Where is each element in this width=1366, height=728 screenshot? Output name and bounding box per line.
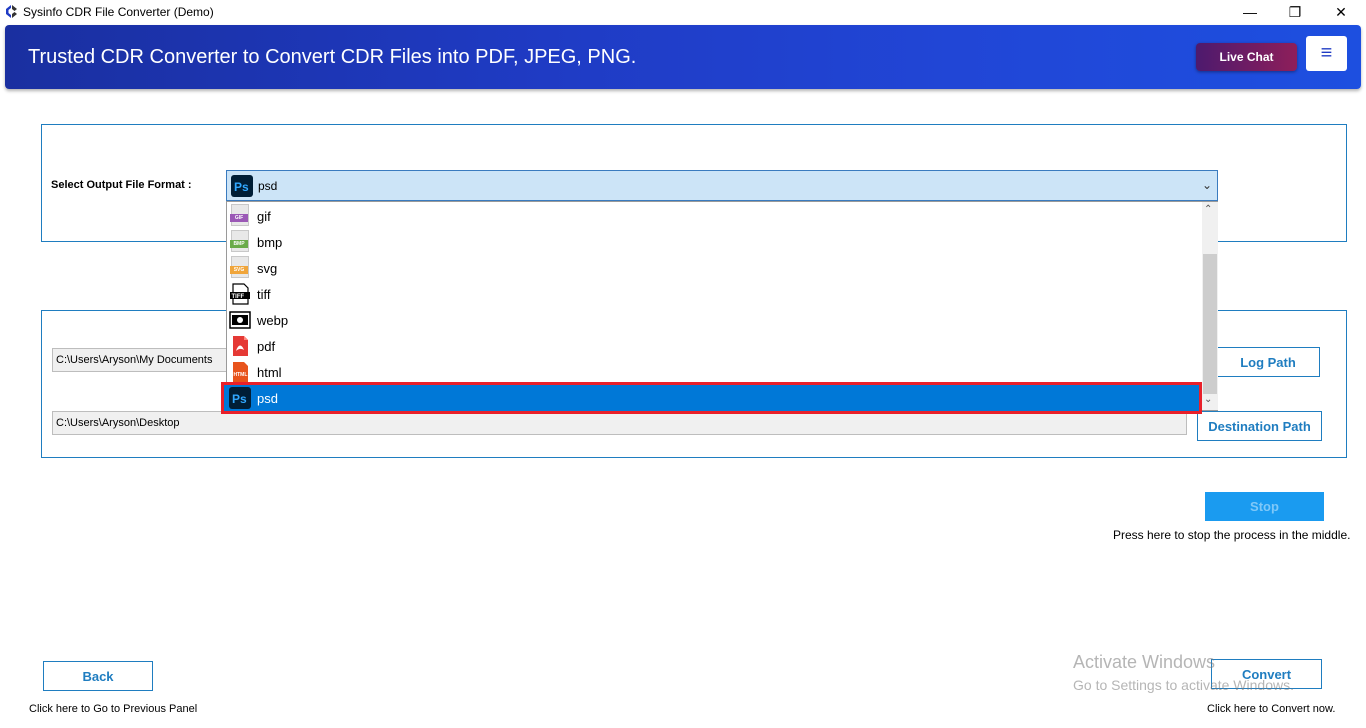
destination-path-button[interactable]: Destination Path <box>1197 411 1322 441</box>
stop-hint: Press here to stop the process in the mi… <box>1113 528 1351 542</box>
live-chat-button[interactable]: Live Chat <box>1196 43 1297 71</box>
header-title: Trusted CDR Converter to Convert CDR Fil… <box>28 46 637 68</box>
webp-file-icon <box>229 311 251 329</box>
svg-file-icon: SVG <box>230 256 249 278</box>
format-option-bmp[interactable]: BMP bmp <box>227 229 1202 255</box>
maximize-button[interactable]: ❐ <box>1272 0 1318 24</box>
dropdown-scrollbar[interactable]: ⌃ ⌄ <box>1202 202 1218 410</box>
scroll-up-icon[interactable]: ⌃ <box>1204 204 1212 215</box>
activate-windows-watermark: Activate Windows <box>1073 652 1216 672</box>
activate-windows-subtext: Go to Settings to activate Windows. <box>1073 677 1294 693</box>
tiff-file-icon: TIFF <box>230 283 250 305</box>
bmp-file-icon: BMP <box>230 230 249 252</box>
window-title: Sysinfo CDR File Converter (Demo) <box>23 5 214 19</box>
svg-text:HTML: HTML <box>234 372 248 378</box>
format-option-pdf[interactable]: pdf <box>227 333 1202 359</box>
format-option-webp[interactable]: webp <box>227 307 1202 333</box>
back-hint: Click here to Go to Previous Panel <box>29 703 198 715</box>
app-logo-icon <box>6 5 17 18</box>
chevron-down-icon: ⌄ <box>1202 178 1213 192</box>
format-option-svg[interactable]: SVG svg <box>227 255 1202 281</box>
minimize-button[interactable]: — <box>1227 0 1273 24</box>
html-file-icon: HTML <box>233 362 248 382</box>
gif-file-icon: GIF <box>230 204 249 226</box>
svg-text:Ps: Ps <box>234 180 249 194</box>
log-path-input[interactable]: C:\Users\Aryson\My Documents <box>52 348 232 372</box>
scroll-down-icon[interactable]: ⌄ <box>1204 394 1212 405</box>
format-dropdown-list: GIF gif BMP bmp SVG svg TIFF tiff webp p… <box>221 201 1218 414</box>
log-path-button[interactable]: Log Path <box>1216 347 1320 377</box>
convert-hint: Click here to Convert now. <box>1207 703 1336 715</box>
format-option-html[interactable]: HTML html <box>227 359 1202 385</box>
scrollbar-thumb[interactable] <box>1203 254 1217 394</box>
format-option-psd[interactable]: Ps psd <box>221 382 1202 414</box>
back-button[interactable]: Back <box>43 661 153 691</box>
format-label: Select Output File Format : <box>51 179 192 191</box>
destination-path-input[interactable]: C:\Users\Aryson\Desktop <box>52 411 1187 435</box>
stop-button[interactable]: Stop <box>1205 492 1324 521</box>
svg-text:Ps: Ps <box>232 392 247 406</box>
close-button[interactable]: ✕ <box>1318 0 1364 24</box>
svg-text:TIFF: TIFF <box>232 294 245 300</box>
title-bar: Sysinfo CDR File Converter (Demo) — ❐ ✕ <box>0 0 1366 24</box>
header-banner: Trusted CDR Converter to Convert CDR Fil… <box>5 25 1361 89</box>
format-select[interactable]: Ps psd ⌄ <box>226 170 1218 201</box>
selected-format: psd <box>258 179 278 193</box>
photoshop-icon: Ps <box>231 175 253 197</box>
photoshop-icon: Ps <box>229 387 251 409</box>
pdf-file-icon <box>233 336 248 356</box>
hamburger-menu-button[interactable]: ≡ <box>1306 36 1347 71</box>
format-option-gif[interactable]: GIF gif <box>227 203 1202 229</box>
format-option-tiff[interactable]: TIFF tiff <box>227 281 1202 307</box>
